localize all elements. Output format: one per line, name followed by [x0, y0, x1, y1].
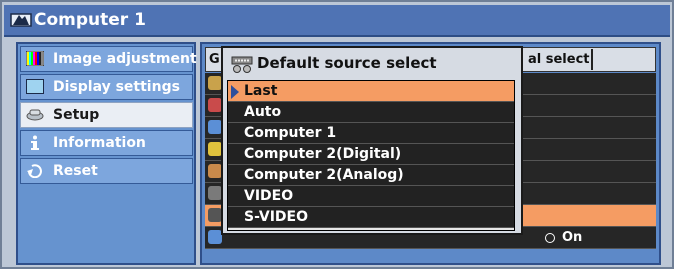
option-label: Computer 2(Digital): [244, 146, 402, 162]
sidebar-item-label: Setup: [53, 107, 100, 123]
option-auto[interactable]: Auto: [228, 102, 514, 123]
default-source-select-popup: Default source select Last Auto Computer…: [221, 46, 523, 235]
sidebar-item-reset[interactable]: Reset: [20, 158, 193, 184]
sidebar-item-label: Display settings: [53, 79, 180, 95]
sidebar-item-information[interactable]: Information: [20, 130, 193, 156]
option-label: Computer 2(Analog): [244, 167, 404, 183]
option-video[interactable]: VIDEO: [228, 186, 514, 207]
option-label: S-VIDEO: [244, 209, 309, 225]
tab-divider: [591, 49, 593, 70]
popup-title: Default source select: [257, 54, 437, 72]
row-icon: [208, 208, 222, 222]
row-icon: [208, 230, 222, 244]
sidebar: Image adjustment Display settings Setup …: [16, 42, 197, 265]
popup-header: Default source select: [223, 48, 521, 80]
sidebar-item-label: Reset: [53, 163, 98, 179]
list-bottom-border: [228, 228, 514, 230]
image-adjustment-icon: [26, 51, 44, 66]
sidebar-item-label: Information: [53, 135, 146, 151]
radio-option-label: On: [562, 230, 583, 245]
sidebar-item-image-adjustment[interactable]: Image adjustment: [20, 46, 197, 72]
option-label: Computer 1: [244, 125, 337, 141]
option-s-video[interactable]: S-VIDEO: [228, 207, 514, 228]
radio-option-on[interactable]: On: [545, 230, 582, 245]
reset-icon: [27, 164, 42, 178]
row-icon: [208, 76, 222, 90]
sidebar-item-setup[interactable]: Setup: [20, 102, 193, 128]
option-computer-1[interactable]: Computer 1: [228, 123, 514, 144]
sidebar-item-label: Image adjustment: [53, 51, 197, 67]
menu-window: Computer 1 Image adjustment Display sett…: [0, 0, 674, 269]
tab-general[interactable]: G: [209, 49, 220, 70]
row-icon: [208, 120, 222, 134]
tab-signal-select[interactable]: al select: [528, 49, 590, 70]
option-label: Auto: [244, 104, 282, 120]
display-settings-icon: [26, 79, 44, 94]
option-label: VIDEO: [244, 188, 294, 204]
setup-icon: [26, 109, 44, 121]
row-icon: [208, 142, 222, 156]
source-options-list: Last Auto Computer 1 Computer 2(Digital)…: [227, 80, 515, 231]
title-bar: Computer 1: [4, 5, 670, 37]
source-select-icon: [231, 56, 253, 73]
radio-button[interactable]: [545, 232, 555, 243]
option-label: Last: [244, 83, 278, 99]
window-title: Computer 1: [34, 10, 146, 30]
option-last[interactable]: Last: [228, 81, 514, 102]
row-icon: [208, 186, 222, 200]
row-icon: [208, 164, 222, 178]
row-icon: [208, 98, 222, 112]
option-computer-2-digital[interactable]: Computer 2(Digital): [228, 144, 514, 165]
option-computer-2-analog[interactable]: Computer 2(Analog): [228, 165, 514, 186]
information-icon: [31, 135, 39, 150]
sidebar-item-display-settings[interactable]: Display settings: [20, 74, 193, 100]
selection-arrow-icon: [231, 85, 239, 99]
computer-source-icon: [10, 13, 32, 27]
